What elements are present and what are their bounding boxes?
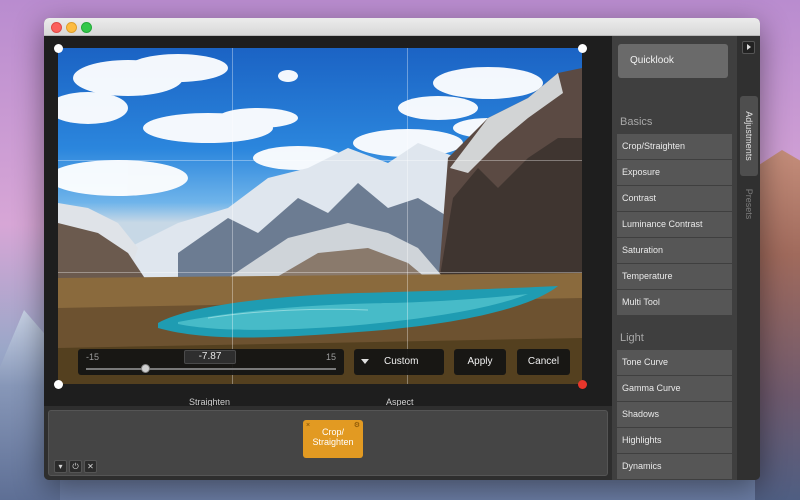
app-window: -15 -7.87 15 Straighten Aspect Custom Ap… — [44, 18, 760, 480]
chevron-down-icon — [361, 359, 369, 364]
sidebar-item-crop-straighten[interactable]: Crop/Straighten — [617, 134, 732, 159]
cancel-button[interactable]: Cancel — [517, 349, 570, 375]
straighten-slider[interactable]: -15 -7.87 15 — [78, 349, 344, 375]
adjustment-stack: × ⚙ Crop/ Straighten — [48, 410, 608, 476]
landscape-photo — [58, 54, 582, 384]
sidebar-item-gamma-curve[interactable]: Gamma Curve — [617, 376, 732, 401]
sidebar-item-temperature[interactable]: Temperature — [617, 264, 732, 289]
crop-handle-top-right[interactable] — [578, 44, 587, 53]
sidebar-item-saturation[interactable]: Saturation — [617, 238, 732, 263]
minimize-window-button[interactable] — [66, 22, 77, 33]
chip-close-icon[interactable]: × — [306, 421, 310, 431]
close-window-button[interactable] — [51, 22, 62, 33]
sidebar-item-exposure[interactable]: Exposure — [617, 160, 732, 185]
apply-button[interactable]: Apply — [454, 349, 506, 375]
adjustment-stack-tray: × ⚙ Crop/ Straighten ▾ ⏻ ✕ — [44, 406, 612, 480]
section-light: Light — [620, 332, 644, 344]
panel-tab-strip: Adjustments Presets — [737, 36, 760, 480]
sidebar-item-luminance-contrast[interactable]: Luminance Contrast — [617, 212, 732, 237]
crop-grid-line — [232, 48, 233, 384]
tab-adjustments-label: Adjustments — [744, 111, 754, 161]
tab-presets-label: Presets — [744, 188, 754, 219]
slider-min-label: -15 — [86, 352, 100, 362]
section-basics: Basics — [620, 116, 653, 128]
slider-track[interactable] — [86, 368, 336, 370]
crop-handle-bottom-right[interactable] — [578, 380, 587, 389]
maximize-window-button[interactable] — [81, 22, 92, 33]
crop-handle-top-left[interactable] — [54, 44, 63, 53]
tab-presets[interactable]: Presets — [740, 181, 758, 226]
aspect-value: Custom — [384, 356, 419, 367]
chevron-down-icon[interactable]: ▾ — [54, 460, 67, 473]
close-icon[interactable]: ✕ — [84, 460, 97, 473]
photo-preview[interactable] — [58, 48, 582, 384]
slider-max-label: 15 — [325, 352, 336, 362]
sidebar-item-dynamics[interactable]: Dynamics — [617, 454, 732, 479]
aspect-dropdown[interactable]: Custom — [354, 349, 444, 375]
collapse-panel-icon[interactable] — [742, 41, 755, 54]
crop-grid-line — [407, 48, 408, 384]
crop-grid-line — [58, 160, 582, 161]
title-bar — [44, 18, 760, 36]
slider-thumb[interactable] — [141, 364, 151, 373]
crop-handle-bottom-left[interactable] — [54, 380, 63, 389]
crop-straighten-chip[interactable]: × ⚙ Crop/ Straighten — [303, 420, 363, 458]
sidebar-item-tone-curve[interactable]: Tone Curve — [617, 350, 732, 375]
tab-adjustments[interactable]: Adjustments — [740, 96, 758, 176]
sidebar-item-shadows[interactable]: Shadows — [617, 402, 732, 427]
sidebar-item-multi-tool[interactable]: Multi Tool — [617, 290, 732, 315]
chip-label-line2: Straighten — [312, 437, 354, 447]
chip-settings-icon[interactable]: ⚙ — [354, 421, 360, 431]
desktop-wallpaper-right — [755, 150, 800, 500]
sidebar-item-contrast[interactable]: Contrast — [617, 186, 732, 211]
quicklook-button[interactable]: Quicklook — [618, 44, 728, 78]
power-icon[interactable]: ⏻ — [69, 460, 82, 473]
image-canvas: -15 -7.87 15 Straighten Aspect Custom Ap… — [44, 36, 612, 407]
straighten-value-field[interactable]: -7.87 — [184, 350, 236, 364]
adjustments-panel: Quicklook Basics Crop/Straighten Exposure… — [612, 36, 737, 480]
sidebar-item-highlights[interactable]: Highlights — [617, 428, 732, 453]
crop-grid-line — [58, 272, 582, 273]
